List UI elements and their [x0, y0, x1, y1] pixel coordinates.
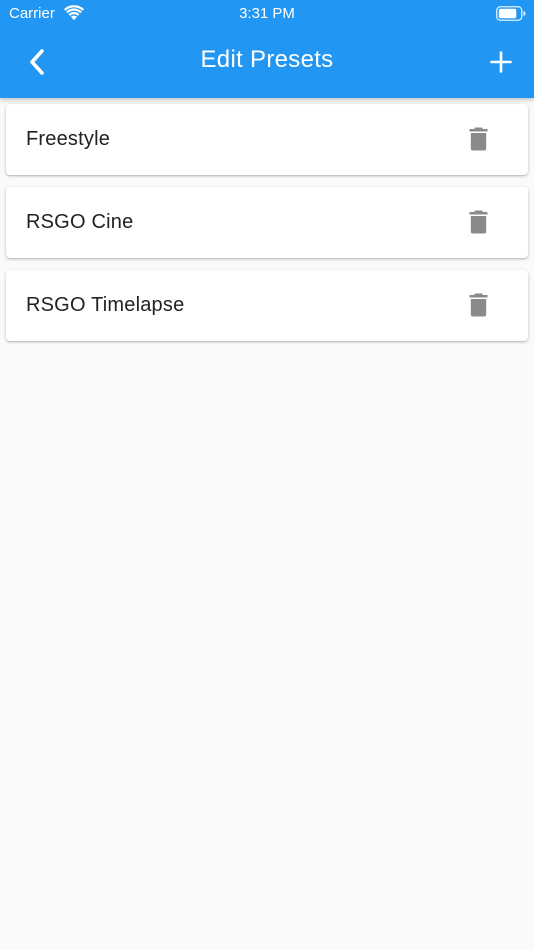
trash-icon: [469, 127, 487, 151]
preset-name: Freestyle: [26, 128, 111, 150]
page-title: Edit Presets: [200, 46, 334, 73]
screen: Carrier 3:31 PM Edit Presets Freestyle R…: [0, 0, 534, 950]
delete-preset-button[interactable]: [466, 209, 490, 235]
preset-name: RSGO Timelapse: [26, 294, 185, 316]
delete-preset-button[interactable]: [466, 126, 490, 152]
delete-preset-button[interactable]: [466, 292, 490, 318]
preset-item-rsgo-cine[interactable]: RSGO Cine: [6, 187, 528, 258]
preset-list: Freestyle RSGO Cine RSGO Timelapse: [6, 104, 528, 353]
status-bar: Carrier 3:31 PM: [0, 0, 534, 28]
preset-item-rsgo-timelapse[interactable]: RSGO Timelapse: [6, 270, 528, 341]
trash-icon: [469, 210, 487, 234]
trash-icon: [469, 293, 487, 317]
preset-name: RSGO Cine: [26, 211, 134, 233]
app-bar: Carrier 3:31 PM Edit Presets: [0, 0, 534, 98]
plus-icon: [490, 51, 512, 73]
navigation-bar: Edit Presets: [0, 28, 534, 98]
add-preset-button[interactable]: [484, 45, 518, 79]
status-time: 3:31 PM: [239, 5, 295, 22]
preset-item-freestyle[interactable]: Freestyle: [6, 104, 528, 175]
battery-icon: [496, 6, 526, 21]
